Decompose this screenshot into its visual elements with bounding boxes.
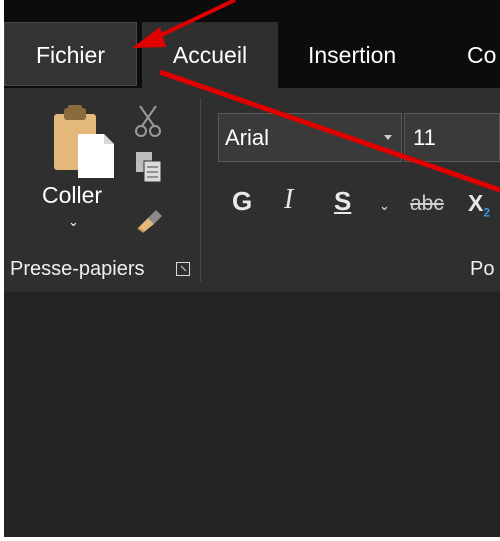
- font-group-label: Po: [470, 258, 495, 280]
- ribbon-tab-bar: Fichier Accueil Insertion Co: [4, 0, 500, 88]
- group-divider: [200, 98, 201, 282]
- italic-button[interactable]: I: [284, 184, 293, 216]
- paste-dropdown-arrow[interactable]: ⌄: [68, 214, 79, 230]
- font-name-select[interactable]: Arial: [218, 113, 402, 162]
- paste-label[interactable]: Coller: [42, 182, 102, 209]
- subscript-digit: 2: [483, 205, 491, 220]
- font-name-value: Arial: [225, 125, 270, 150]
- app-window: Fichier Accueil Insertion Co Coller ⌄ Pr…: [4, 0, 500, 537]
- tab-insertion[interactable]: Insertion: [308, 22, 396, 88]
- font-size-select[interactable]: 11: [404, 113, 500, 162]
- copy-icon[interactable]: [134, 150, 164, 184]
- paste-icon: [54, 105, 114, 178]
- tab-fichier[interactable]: Fichier: [4, 22, 137, 86]
- dialog-launcher-icon[interactable]: [176, 262, 190, 276]
- subscript-button[interactable]: X2: [468, 190, 490, 220]
- tab-accueil[interactable]: Accueil: [142, 22, 278, 88]
- subscript-letter: X: [468, 190, 484, 216]
- paste-button[interactable]: [48, 104, 118, 180]
- strikethrough-button[interactable]: abc: [410, 192, 444, 216]
- format-painter-icon[interactable]: [134, 204, 166, 234]
- chevron-down-icon[interactable]: [384, 135, 392, 140]
- bold-button[interactable]: G: [232, 186, 252, 217]
- cut-icon[interactable]: [134, 104, 162, 138]
- font-size-value: 11: [413, 125, 436, 150]
- underline-button[interactable]: S: [334, 186, 351, 217]
- clipboard-group-label: Presse-papiers: [10, 258, 145, 280]
- tab-truncated[interactable]: Co: [467, 22, 496, 88]
- underline-dropdown-icon[interactable]: ⌄: [379, 198, 390, 214]
- document-area: [4, 292, 500, 537]
